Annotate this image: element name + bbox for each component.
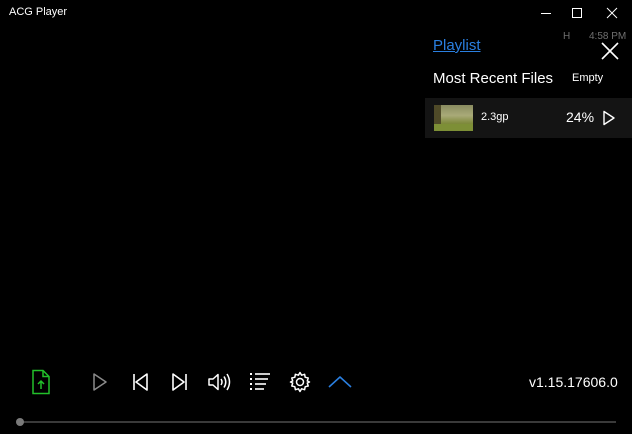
version-label: v1.15.17606.0: [529, 374, 618, 390]
empty-list-button[interactable]: Empty: [572, 72, 603, 84]
seek-bar[interactable]: [20, 421, 616, 423]
minimize-icon: [541, 12, 551, 14]
close-icon: [606, 7, 618, 18]
next-icon: [172, 373, 187, 391]
close-window-button[interactable]: [595, 0, 629, 25]
next-button[interactable]: [166, 368, 194, 396]
settings-button[interactable]: [286, 368, 314, 396]
maximize-button[interactable]: [560, 0, 594, 25]
previous-button[interactable]: [126, 368, 154, 396]
maximize-icon: [572, 7, 582, 18]
file-progress: 24%: [566, 109, 595, 125]
volume-icon: [208, 373, 231, 391]
expand-button[interactable]: [326, 368, 354, 396]
close-icon: [601, 42, 619, 60]
recent-files-heading: Most Recent Files: [433, 70, 554, 87]
seek-handle[interactable]: [16, 418, 24, 426]
window-title: ACG Player: [9, 6, 68, 18]
status-indicator: H: [563, 31, 571, 42]
play-button[interactable]: [86, 368, 114, 396]
playlist-link[interactable]: Playlist: [433, 37, 481, 54]
volume-button[interactable]: [206, 368, 234, 396]
playlist-icon: [250, 373, 270, 390]
open-file-icon: [32, 369, 50, 395]
open-file-button[interactable]: [27, 368, 55, 396]
chevron-up-icon: [328, 376, 352, 388]
playlist-button[interactable]: [246, 368, 274, 396]
play-icon[interactable]: [602, 110, 616, 126]
title-bar: ACG Player: [0, 0, 632, 25]
app-window: ACG Player H 4:58 PM Playlist Most Recen: [0, 0, 632, 434]
minimize-button[interactable]: [529, 0, 563, 25]
close-playlist-button[interactable]: [598, 39, 622, 63]
previous-icon: [133, 373, 148, 391]
video-thumbnail: [434, 105, 473, 131]
settings-icon: [289, 371, 311, 393]
file-name: 2.3gp: [481, 111, 509, 123]
play-icon: [93, 373, 107, 391]
list-item[interactable]: 2.3gp 24%: [425, 98, 632, 138]
